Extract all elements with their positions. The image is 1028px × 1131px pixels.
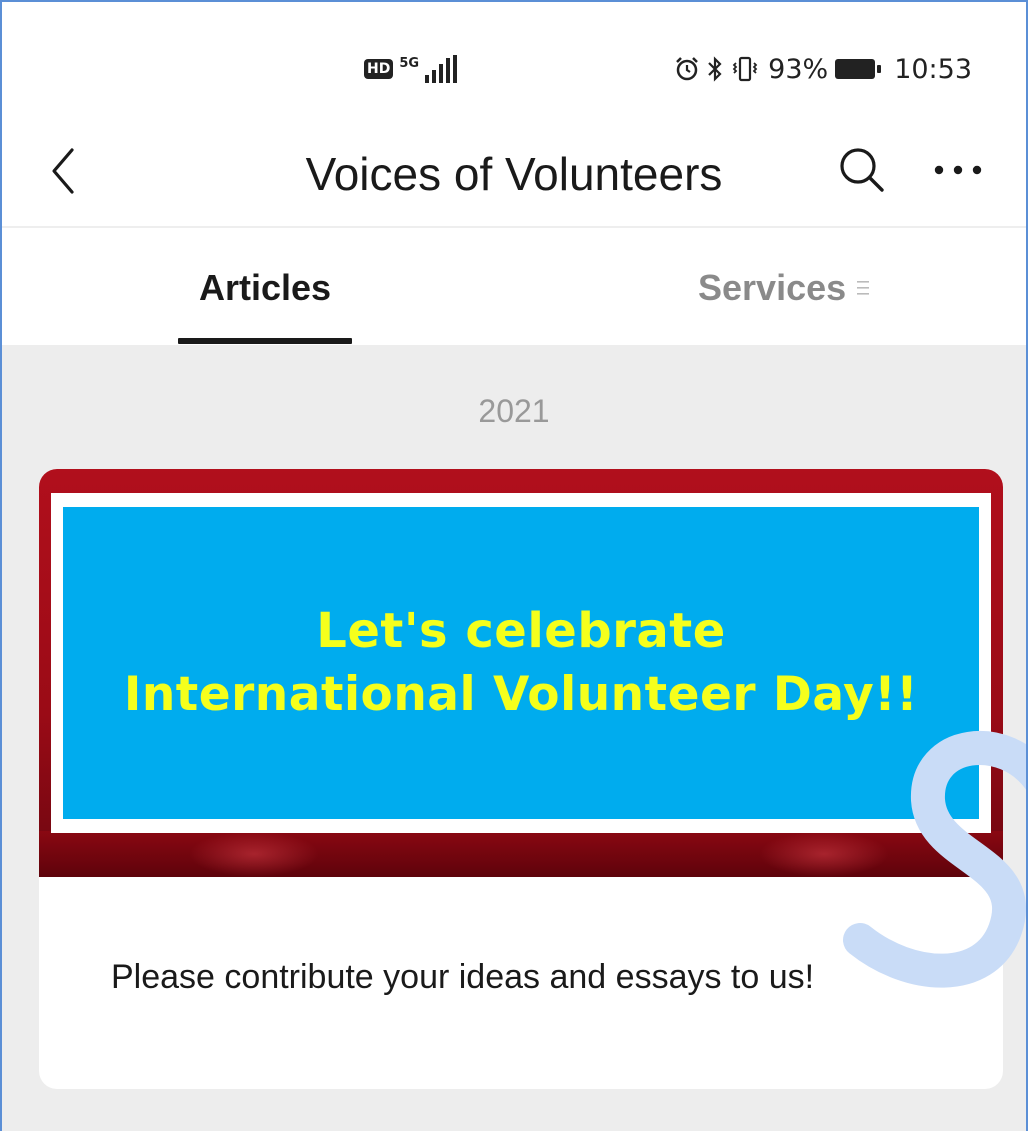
status-time: 10:53 bbox=[894, 53, 972, 85]
banner-glow-right bbox=[759, 831, 889, 877]
banner-headline-line-2: International Volunteer Day!! bbox=[123, 667, 919, 722]
status-left: HD 5G bbox=[364, 52, 459, 86]
signal-bars-icon bbox=[425, 55, 458, 83]
active-tab-indicator bbox=[178, 338, 352, 344]
more-dots-icon bbox=[934, 165, 982, 175]
menu-lines-icon bbox=[857, 281, 870, 295]
banner-blue-panel: Let's celebrate International Volunteer … bbox=[63, 507, 979, 819]
article-card[interactable]: Let's celebrate International Volunteer … bbox=[39, 469, 1003, 1089]
back-button[interactable] bbox=[38, 140, 88, 202]
network-type-label: 5G bbox=[399, 55, 420, 71]
vibrate-icon bbox=[732, 56, 758, 82]
battery-icon bbox=[835, 59, 882, 79]
tab-articles[interactable]: Articles bbox=[178, 266, 352, 310]
bluetooth-icon bbox=[708, 56, 722, 82]
search-icon bbox=[840, 148, 884, 192]
hd-badge: HD bbox=[364, 59, 394, 79]
tab-services-label: Services bbox=[698, 267, 847, 308]
search-button[interactable] bbox=[832, 140, 892, 200]
banner-glow-left bbox=[189, 831, 319, 877]
banner-headline-line-1: Let's celebrate bbox=[316, 603, 726, 659]
app-header: Voices of Volunteers bbox=[0, 130, 1028, 228]
tab-bar: Articles Services bbox=[0, 228, 1028, 345]
article-summary: Please contribute your ideas and essays … bbox=[111, 958, 815, 996]
article-banner-image: Let's celebrate International Volunteer … bbox=[39, 469, 1003, 877]
alarm-clock-icon bbox=[676, 57, 699, 81]
tab-articles-label: Articles bbox=[198, 267, 332, 308]
more-button[interactable] bbox=[926, 140, 990, 200]
battery-percent: 93% bbox=[768, 53, 829, 85]
status-right: 93% 10:53 bbox=[674, 50, 972, 88]
year-label: 2021 bbox=[478, 393, 550, 429]
tab-services[interactable]: Services bbox=[698, 266, 870, 310]
chevron-left-icon bbox=[52, 148, 74, 194]
article-feed[interactable]: 2021 Let's celebrate International Volun… bbox=[0, 345, 1028, 1131]
page-title: Voices of Volunteers bbox=[305, 148, 723, 200]
status-bar: HD 5G 93% 10:53 bbox=[0, 0, 1028, 130]
